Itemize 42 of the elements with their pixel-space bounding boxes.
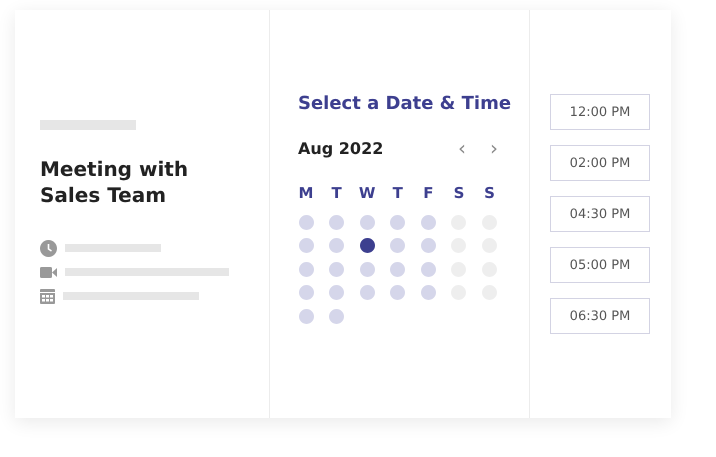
day-dot[interactable] [298, 285, 314, 300]
weekday-label: S [484, 184, 495, 202]
day-dot[interactable] [329, 262, 344, 276]
time-slot-button[interactable]: 12:00 PM [550, 94, 650, 130]
time-slot-button[interactable]: 04:30 PM [550, 196, 650, 232]
weekday-label: S [454, 184, 464, 202]
day-dot[interactable] [298, 262, 314, 276]
selected-day-dot[interactable] [360, 238, 375, 253]
day-dot[interactable] [360, 262, 375, 276]
month-label: Aug 2022 [298, 138, 384, 158]
time-slot-button[interactable]: 05:00 PM [550, 247, 650, 283]
weekday-label: T [331, 184, 342, 202]
weekday-label: M [298, 184, 314, 202]
day-dot[interactable] [360, 285, 375, 300]
weekday-label: T [392, 184, 403, 202]
event-title: Meeting with Sales Team [40, 156, 190, 208]
day-dot[interactable] [298, 214, 314, 230]
day-dot[interactable] [360, 214, 375, 230]
day-dot[interactable] [390, 214, 406, 230]
day-dot[interactable] [329, 308, 344, 324]
day-dot[interactable] [329, 214, 344, 230]
section-heading: Select a Date & Time [298, 92, 512, 116]
time-slot-button[interactable]: 06:30 PM [550, 298, 650, 334]
day-dot[interactable] [298, 308, 314, 324]
day-dot[interactable] [329, 285, 344, 300]
day-dot[interactable] [420, 214, 436, 230]
day-dot[interactable] [390, 262, 406, 276]
weekday-label: F [423, 184, 434, 202]
weekday-label: W [358, 184, 376, 202]
calendar-icon [40, 288, 55, 304]
day-dot[interactable] [420, 238, 436, 253]
previous-month-button[interactable]: ‹ [452, 138, 472, 158]
day-dot[interactable] [420, 285, 436, 300]
day-dot[interactable] [390, 238, 406, 253]
video-camera-icon [40, 266, 57, 278]
day-dot[interactable] [298, 238, 314, 253]
next-month-button[interactable]: › [484, 138, 504, 158]
day-dot[interactable] [390, 285, 406, 300]
time-slot-button[interactable]: 02:00 PM [550, 145, 650, 181]
day-dot[interactable] [420, 262, 436, 276]
clock-icon [40, 240, 57, 256]
day-dot[interactable] [329, 238, 344, 253]
